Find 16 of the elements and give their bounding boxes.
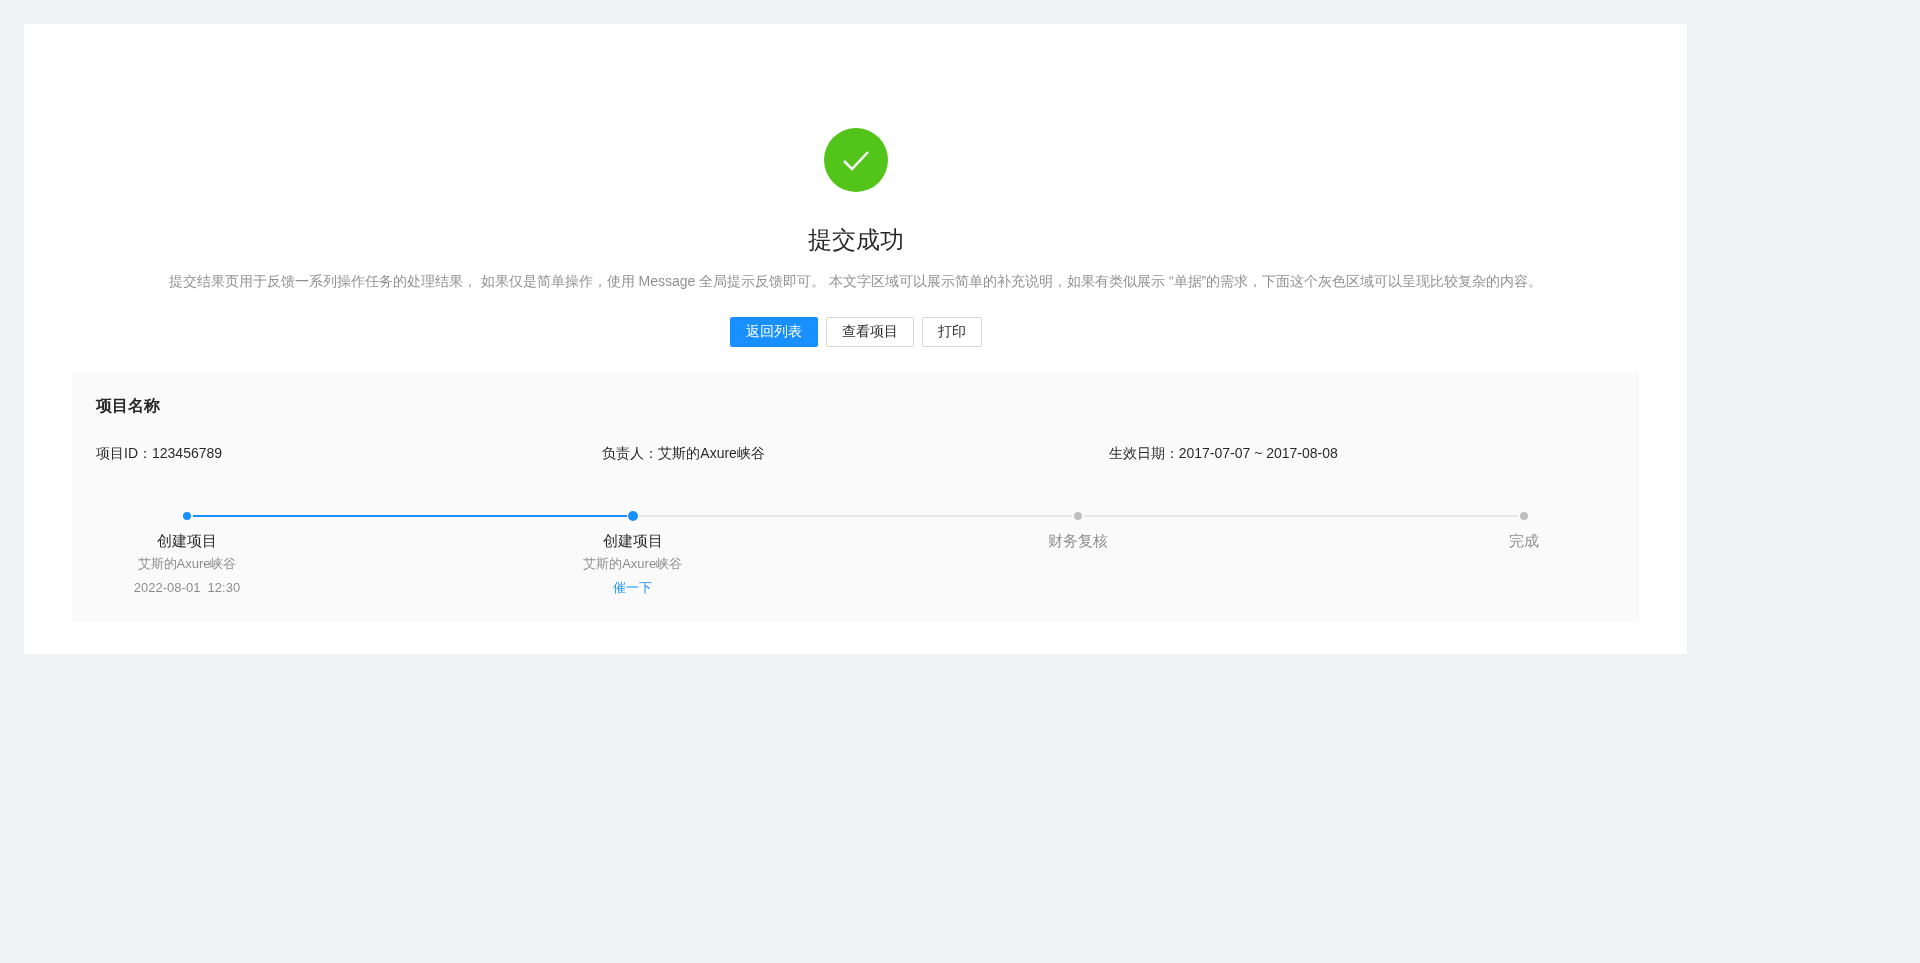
- step-title: 创建项目: [602, 531, 663, 551]
- success-check-icon: [823, 128, 888, 192]
- result-title: 提交成功: [806, 225, 905, 255]
- panel-title: 项目名称: [96, 396, 161, 416]
- action-button[interactable]: 打印: [921, 317, 982, 347]
- step-title: 财务复核: [1048, 531, 1109, 551]
- step-title: 创建项目: [157, 531, 217, 551]
- step-detail: 2022-08-01 12:30: [133, 579, 241, 597]
- step-detail: 艾斯的Axure峡谷: [137, 555, 237, 573]
- result-description: 提交结果页用于反馈一系列操作任务的处理结果， 如果仅是简单操作，使用 Message 全局提示反馈即可。 本文字区域可以展示简单的补充说明，如果有类似展示 “单据”的需求，下面这个灰色区域可以呈现比较复杂的内容。: [167, 272, 1544, 291]
- action-button[interactable]: 查看项目: [825, 317, 914, 347]
- info-field: 项目ID：123456789: [96, 442, 603, 464]
- info-field: 生效日期：2017-07-07 ~ 2017-08-08: [1108, 442, 1615, 464]
- step-detail: 艾斯的Axure峡谷: [583, 555, 683, 573]
- step-title: 完成: [1509, 531, 1539, 551]
- info-field: 负责人：艾斯的Axure峡谷: [602, 442, 1109, 464]
